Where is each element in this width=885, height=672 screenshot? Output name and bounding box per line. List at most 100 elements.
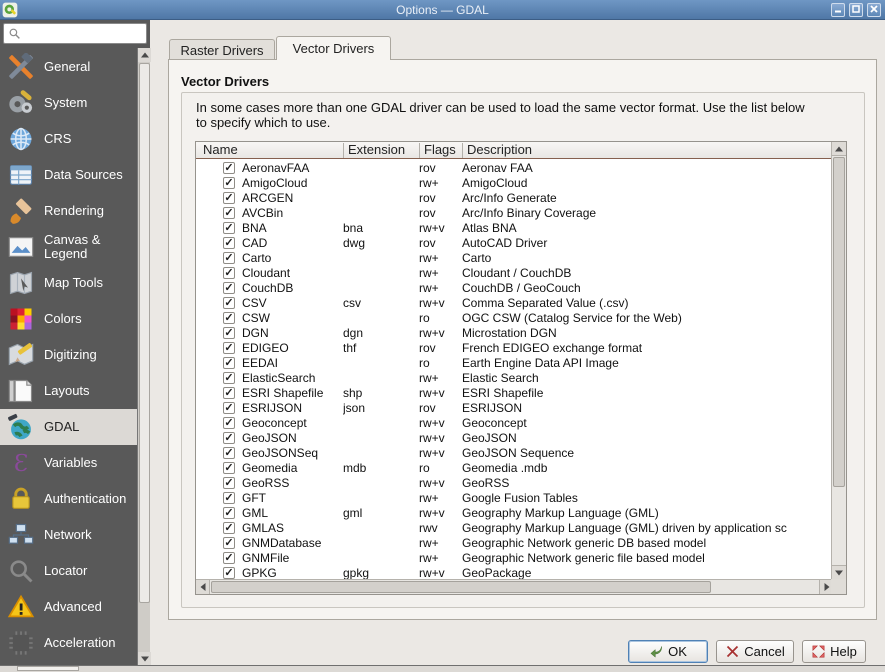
table-row[interactable]: ✓ GFT rw+ Google Fusion Tables <box>196 490 831 505</box>
table-row[interactable]: ✓ ElasticSearch rw+ Elastic Search <box>196 370 831 385</box>
table-row[interactable]: ✓ GPKG gpkg rw+v GeoPackage <box>196 565 831 580</box>
help-button[interactable]: Help <box>802 640 866 663</box>
sidebar-hscroll-thumb[interactable] <box>17 666 79 671</box>
driver-checkbox[interactable]: ✓ <box>223 492 235 504</box>
driver-checkbox[interactable]: ✓ <box>223 162 235 174</box>
sidebar-search-box[interactable] <box>3 23 147 44</box>
driver-checkbox[interactable]: ✓ <box>223 357 235 369</box>
column-header-description[interactable]: Description <box>467 142 532 158</box>
driver-checkbox[interactable]: ✓ <box>223 252 235 264</box>
sidebar-item-gdal[interactable]: GDAL <box>0 409 137 445</box>
table-row[interactable]: ✓ GML gml rw+v Geography Markup Language… <box>196 505 831 520</box>
table-row[interactable]: ✓ GeoJSON rw+v GeoJSON <box>196 430 831 445</box>
driver-checkbox[interactable]: ✓ <box>223 567 235 579</box>
driver-checkbox[interactable]: ✓ <box>223 387 235 399</box>
driver-checkbox[interactable]: ✓ <box>223 432 235 444</box>
sidebar-item-canvas-legend[interactable]: Canvas & Legend <box>0 229 137 265</box>
sidebar-item-locator[interactable]: Locator <box>0 553 137 589</box>
sidebar-scroll-thumb[interactable] <box>139 63 150 603</box>
driver-checkbox[interactable]: ✓ <box>223 297 235 309</box>
driver-checkbox[interactable]: ✓ <box>223 417 235 429</box>
sidebar-item-crs[interactable]: CRS <box>0 121 137 157</box>
driver-checkbox[interactable]: ✓ <box>223 537 235 549</box>
sidebar-item-data-sources[interactable]: Data Sources <box>0 157 137 193</box>
table-row[interactable]: ✓ AeronavFAA rov Aeronav FAA <box>196 160 831 175</box>
driver-checkbox[interactable]: ✓ <box>223 342 235 354</box>
driver-extension: shp <box>343 386 419 400</box>
driver-checkbox[interactable]: ✓ <box>223 552 235 564</box>
sidebar-item-digitizing[interactable]: Digitizing <box>0 337 137 373</box>
sidebar-scroll-up-button[interactable] <box>138 48 151 62</box>
table-row[interactable]: ✓ ARCGEN rov Arc/Info Generate <box>196 190 831 205</box>
table-horizontal-scrollbar[interactable] <box>196 579 833 594</box>
column-header-name[interactable]: Name <box>203 142 238 158</box>
table-row[interactable]: ✓ GeoJSONSeq rw+v GeoJSON Sequence <box>196 445 831 460</box>
sidebar-item-system[interactable]: System <box>0 85 137 121</box>
table-row[interactable]: ✓ CSW ro OGC CSW (Catalog Service for th… <box>196 310 831 325</box>
table-row[interactable]: ✓ EDIGEO thf rov French EDIGEO exchange … <box>196 340 831 355</box>
driver-checkbox[interactable]: ✓ <box>223 222 235 234</box>
sidebar-scroll-down-button[interactable] <box>138 652 151 666</box>
table-row[interactable]: ✓ CAD dwg rov AutoCAD Driver <box>196 235 831 250</box>
driver-checkbox[interactable]: ✓ <box>223 327 235 339</box>
sidebar-item-variables[interactable]: Ɛ Variables <box>0 445 137 481</box>
table-row[interactable]: ✓ ESRI Shapefile shp rw+v ESRI Shapefile <box>196 385 831 400</box>
driver-checkbox[interactable]: ✓ <box>223 237 235 249</box>
driver-checkbox[interactable]: ✓ <box>223 462 235 474</box>
driver-checkbox[interactable]: ✓ <box>223 522 235 534</box>
tab-vector-drivers[interactable]: Vector Drivers <box>276 36 391 60</box>
table-vertical-scrollbar[interactable] <box>831 142 846 579</box>
table-row[interactable]: ✓ GMLAS rwv Geography Markup Language (G… <box>196 520 831 535</box>
maximize-button[interactable] <box>849 3 863 17</box>
table-row[interactable]: ✓ Cloudant rw+ Cloudant / CouchDB <box>196 265 831 280</box>
sidebar-item-general[interactable]: General <box>0 49 137 85</box>
table-row[interactable]: ✓ DGN dgn rw+v Microstation DGN <box>196 325 831 340</box>
sidebar-item-colors[interactable]: Colors <box>0 301 137 337</box>
sidebar-item-layouts[interactable]: Layouts <box>0 373 137 409</box>
table-row[interactable]: ✓ Carto rw+ Carto <box>196 250 831 265</box>
table-row[interactable]: ✓ EEDAI ro Earth Engine Data API Image <box>196 355 831 370</box>
driver-checkbox[interactable]: ✓ <box>223 207 235 219</box>
table-row[interactable]: ✓ ESRIJSON json rov ESRIJSON <box>196 400 831 415</box>
sidebar-item-advanced[interactable]: Advanced <box>0 589 137 625</box>
ok-button[interactable]: OK <box>628 640 708 663</box>
table-hscroll-thumb[interactable] <box>211 581 711 593</box>
sidebar-item-acceleration[interactable]: Acceleration <box>0 625 137 661</box>
table-vscroll-thumb[interactable] <box>833 157 845 487</box>
driver-checkbox[interactable]: ✓ <box>223 177 235 189</box>
driver-checkbox[interactable]: ✓ <box>223 477 235 489</box>
tab-raster-drivers[interactable]: Raster Drivers <box>169 39 275 60</box>
column-header-flags[interactable]: Flags <box>424 142 456 158</box>
driver-checkbox[interactable]: ✓ <box>223 402 235 414</box>
sidebar-item-authentication[interactable]: Authentication <box>0 481 137 517</box>
close-button[interactable] <box>867 3 881 17</box>
table-row[interactable]: ✓ Geomedia mdb ro Geomedia .mdb <box>196 460 831 475</box>
table-row[interactable]: ✓ GNMDatabase rw+ Geographic Network gen… <box>196 535 831 550</box>
driver-checkbox[interactable]: ✓ <box>223 267 235 279</box>
table-scroll-up-button[interactable] <box>832 142 846 156</box>
table-scroll-down-button[interactable] <box>832 565 846 579</box>
table-row[interactable]: ✓ BNA bna rw+v Atlas BNA <box>196 220 831 235</box>
table-row[interactable]: ✓ Geoconcept rw+v Geoconcept <box>196 415 831 430</box>
table-scroll-left-button[interactable] <box>196 580 210 594</box>
table-row[interactable]: ✓ CSV csv rw+v Comma Separated Value (.c… <box>196 295 831 310</box>
table-row[interactable]: ✓ AVCBin rov Arc/Info Binary Coverage <box>196 205 831 220</box>
minimize-button[interactable] <box>831 3 845 17</box>
table-row[interactable]: ✓ GeoRSS rw+v GeoRSS <box>196 475 831 490</box>
driver-checkbox[interactable]: ✓ <box>223 372 235 384</box>
sidebar-item-network[interactable]: Network <box>0 517 137 553</box>
driver-checkbox[interactable]: ✓ <box>223 447 235 459</box>
driver-checkbox[interactable]: ✓ <box>223 312 235 324</box>
table-row[interactable]: ✓ CouchDB rw+ CouchDB / GeoCouch <box>196 280 831 295</box>
table-row[interactable]: ✓ AmigoCloud rw+ AmigoCloud <box>196 175 831 190</box>
sidebar-item-map-tools[interactable]: Map Tools <box>0 265 137 301</box>
search-input[interactable] <box>21 25 146 42</box>
table-row[interactable]: ✓ GNMFile rw+ Geographic Network generic… <box>196 550 831 565</box>
driver-checkbox[interactable]: ✓ <box>223 282 235 294</box>
driver-checkbox[interactable]: ✓ <box>223 507 235 519</box>
sidebar-scrollbar[interactable] <box>137 48 150 666</box>
column-header-extension[interactable]: Extension <box>348 142 405 158</box>
cancel-button[interactable]: Cancel <box>716 640 794 663</box>
driver-checkbox[interactable]: ✓ <box>223 192 235 204</box>
sidebar-item-rendering[interactable]: Rendering <box>0 193 137 229</box>
